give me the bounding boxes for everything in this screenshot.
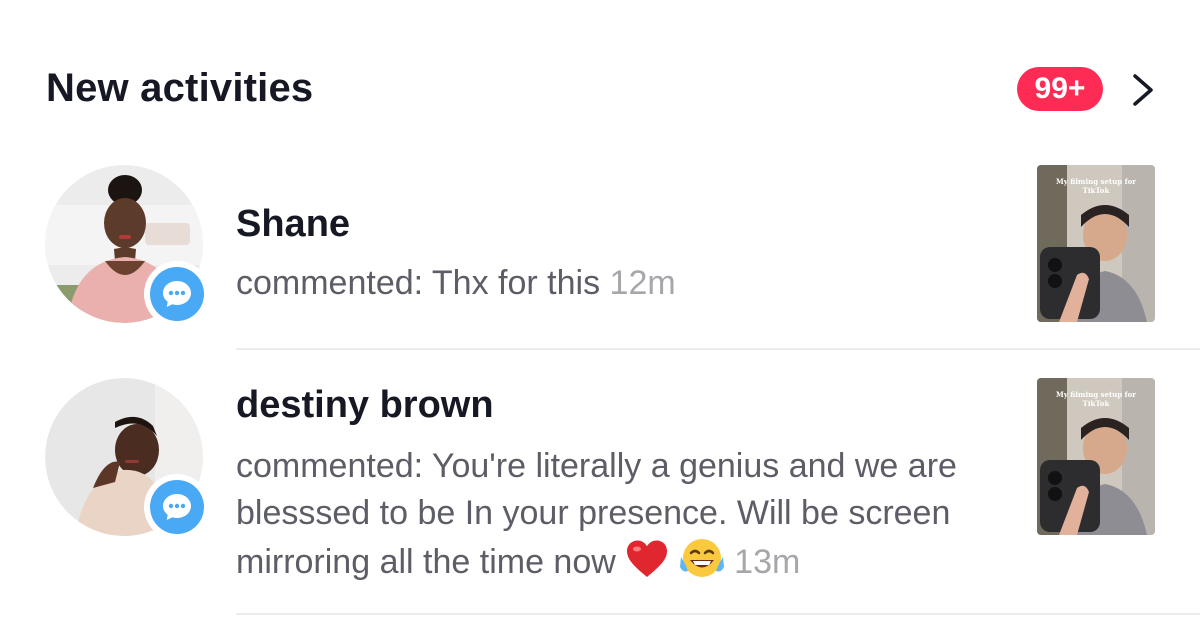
comment-body: commented: Thx for this xyxy=(236,264,601,302)
comment-text: commented: You're literally a genius and… xyxy=(236,443,1006,586)
avatar[interactable] xyxy=(45,378,210,540)
comment-body: commented: You're literally a genius and… xyxy=(236,447,957,581)
red-heart-emoji-icon xyxy=(627,540,668,577)
avatar[interactable] xyxy=(45,165,210,327)
comment-icon xyxy=(163,281,191,307)
comment-badge xyxy=(144,261,210,327)
thumbnail-caption: My filming setup for TikTok xyxy=(1056,390,1136,408)
timestamp: 12m xyxy=(609,264,676,302)
tears-of-joy-emoji-icon xyxy=(679,539,724,577)
timestamp: 13m xyxy=(734,543,801,581)
thumbnail-caption: My filming setup for TikTok xyxy=(1056,177,1136,195)
comment-text: commented: Thx for this 12m xyxy=(236,260,1016,307)
video-thumbnail[interactable]: My filming setup for TikTok xyxy=(1037,165,1155,322)
comment-badge xyxy=(144,474,210,540)
video-thumbnail[interactable]: My filming setup for TikTok xyxy=(1037,378,1155,535)
activity-item[interactable]: destiny brown commented: You're literall… xyxy=(0,350,1200,615)
activity-item[interactable]: Shane commented: Thx for this 12m My fil… xyxy=(0,0,1200,350)
divider xyxy=(236,613,1200,615)
comment-icon xyxy=(163,494,191,520)
username[interactable]: Shane xyxy=(236,203,350,246)
username[interactable]: destiny brown xyxy=(236,384,494,427)
